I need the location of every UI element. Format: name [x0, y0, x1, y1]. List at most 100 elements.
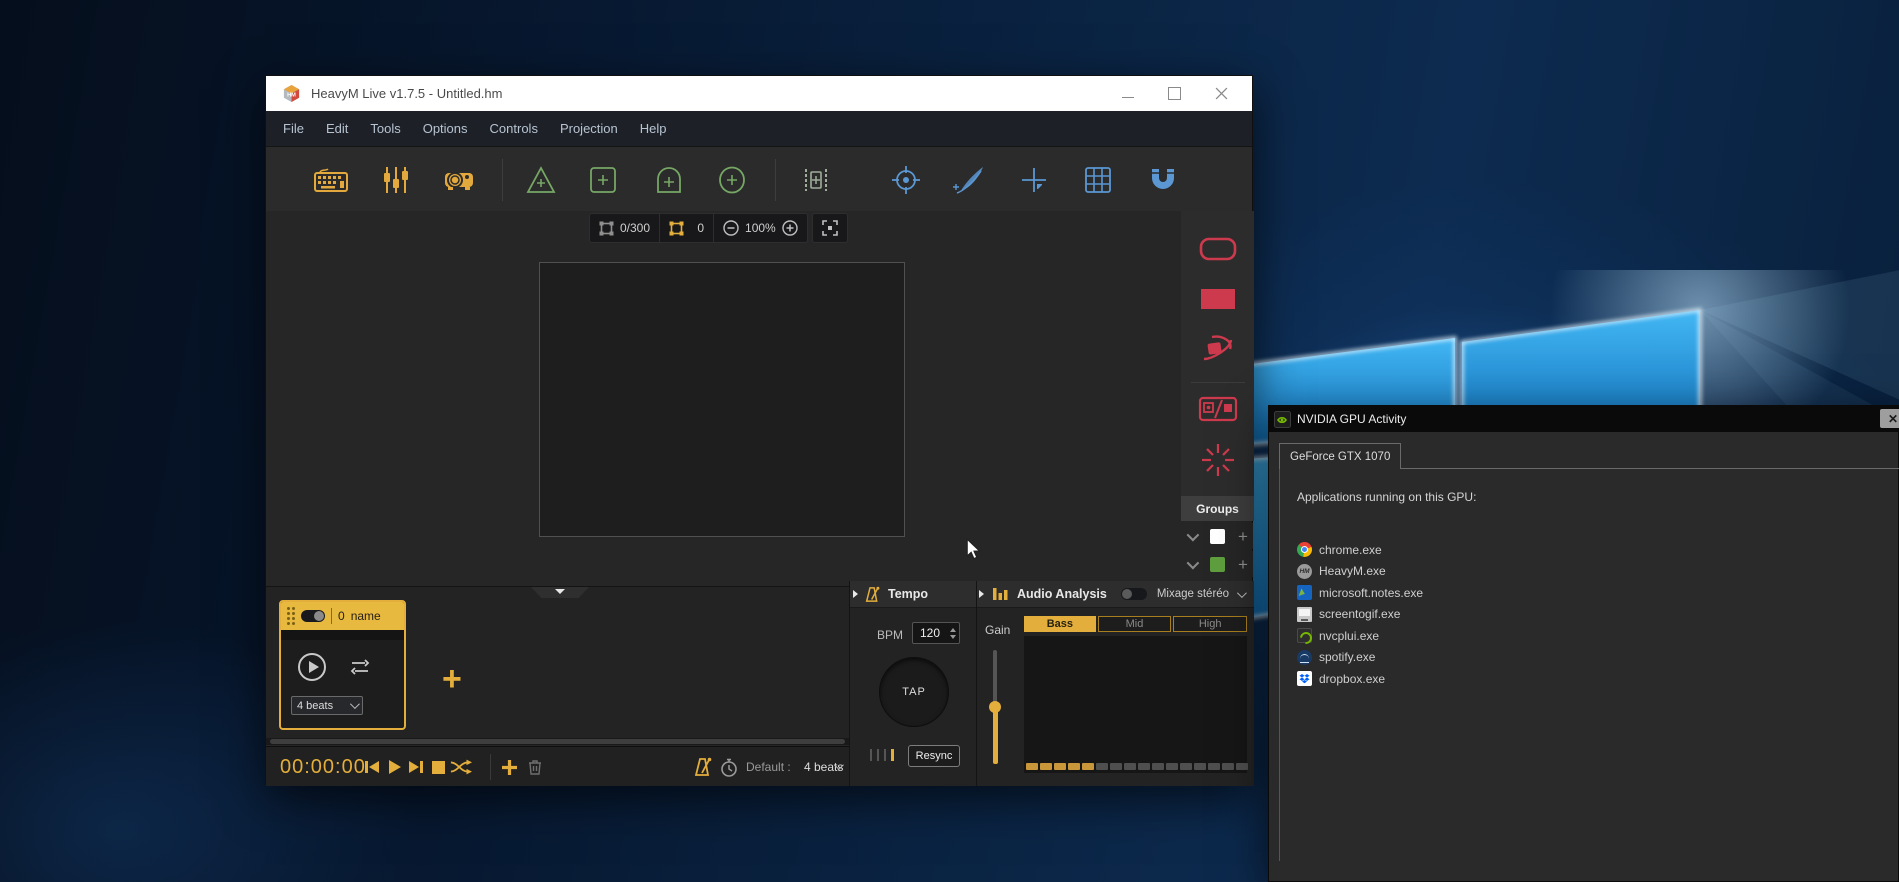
- magnet-snap-icon[interactable]: [1144, 161, 1182, 199]
- tab-mid[interactable]: Mid: [1098, 616, 1172, 632]
- delete-timeline-button[interactable]: [524, 756, 546, 778]
- sequence-play-button[interactable]: [297, 652, 327, 682]
- sequence-progress-strip: [281, 630, 404, 640]
- tab-high[interactable]: High: [1173, 616, 1247, 632]
- bpm-decrease-icon[interactable]: [950, 635, 956, 639]
- mapping-canvas[interactable]: 0/300 0 100%: [266, 211, 1181, 586]
- audio-spectrum-graph: [1024, 636, 1247, 773]
- panel-collapse-arrow[interactable]: [853, 590, 858, 598]
- gpu-tab[interactable]: GeForce GTX 1070: [1279, 443, 1401, 469]
- mix-mode-select[interactable]: Mixage stéréo: [1157, 588, 1229, 600]
- selected-surfaces-icon: [669, 221, 684, 236]
- menu-edit[interactable]: Edit: [315, 111, 359, 146]
- fill-style-icon[interactable]: [1194, 284, 1242, 314]
- gpu-tab-label: GeForce GTX 1070: [1290, 451, 1390, 463]
- menu-options[interactable]: Options: [412, 111, 479, 146]
- add-triangle-icon[interactable]: [522, 161, 560, 199]
- menu-file[interactable]: File: [272, 111, 315, 146]
- keyboard-shortcuts-icon[interactable]: [312, 161, 350, 199]
- tab-bass[interactable]: Bass: [1024, 616, 1096, 632]
- group-color-swatch[interactable]: [1203, 551, 1232, 577]
- toolbar-divider: [775, 159, 776, 201]
- screentogif-icon: [1297, 607, 1312, 622]
- projection-surface-preview[interactable]: [539, 262, 905, 537]
- drag-handle-icon[interactable]: [287, 607, 295, 625]
- effects-icon[interactable]: [1194, 334, 1242, 364]
- add-square-icon[interactable]: [584, 161, 622, 199]
- groups-title: Groups: [1196, 502, 1239, 516]
- menu-help[interactable]: Help: [629, 111, 678, 146]
- menu-projection[interactable]: Projection: [549, 111, 629, 146]
- add-sequence-button[interactable]: +: [442, 667, 462, 691]
- sequences-scrollbar[interactable]: [266, 738, 849, 745]
- resync-button[interactable]: Resync: [908, 745, 960, 767]
- list-item: nvcplui.exe: [1297, 625, 1423, 647]
- projector-output-icon[interactable]: [440, 161, 478, 199]
- flash-effect-icon[interactable]: [1194, 445, 1242, 475]
- panel-collapse-arrow[interactable]: [979, 590, 984, 598]
- heavym-titlebar[interactable]: HM HeavyM Live v1.7.5 - Untitled.hm: [266, 76, 1252, 111]
- frequency-band-tabs: Bass Mid High: [1024, 616, 1247, 632]
- nvidia-titlebar[interactable]: NVIDIA GPU Activity ✕: [1269, 406, 1898, 432]
- freehand-draw-icon[interactable]: [950, 161, 988, 199]
- sequence-active-toggle[interactable]: [301, 610, 325, 622]
- metronome-icon[interactable]: [692, 756, 714, 778]
- sequence-beats-select[interactable]: 4 beats: [291, 696, 363, 715]
- sequence-card-header[interactable]: 0 name: [281, 602, 404, 630]
- group-add-button[interactable]: +: [1233, 523, 1253, 549]
- group-expand-button[interactable]: [1181, 523, 1202, 549]
- close-button[interactable]: [1215, 87, 1228, 100]
- sequences-collapse-handle[interactable]: [531, 587, 589, 598]
- minimize-button[interactable]: [1122, 90, 1134, 98]
- add-arch-icon[interactable]: [650, 161, 688, 199]
- skip-back-button[interactable]: [361, 756, 383, 778]
- chevron-down-icon[interactable]: [1237, 588, 1247, 598]
- border-style-icon[interactable]: [1194, 234, 1242, 264]
- transitions-icon[interactable]: [1194, 394, 1242, 424]
- sequence-loop-button[interactable]: [349, 658, 371, 676]
- app-name: nvcplui.exe: [1319, 629, 1379, 643]
- gain-slider-knob[interactable]: [989, 701, 1001, 713]
- heavym-logo-icon: HM: [282, 84, 301, 103]
- tab-page-border: [1279, 468, 1280, 861]
- desktop: HM HeavyM Live v1.7.5 - Untitled.hm File…: [0, 0, 1899, 882]
- zoom-in-icon[interactable]: [782, 220, 798, 236]
- stop-button[interactable]: [427, 756, 449, 778]
- audio-analysis-panel: Audio Analysis Mixage stéréo Gain Bass M…: [976, 581, 1254, 786]
- bpm-value[interactable]: 120: [913, 623, 947, 643]
- selection-count: 0: [690, 221, 704, 235]
- audio-analysis-toggle[interactable]: [1121, 588, 1147, 600]
- skip-forward-button[interactable]: [405, 756, 427, 778]
- add-timeline-button[interactable]: [498, 756, 520, 778]
- fit-view-button[interactable]: [812, 213, 848, 243]
- zoom-out-icon[interactable]: [723, 220, 739, 236]
- group-add-button[interactable]: +: [1233, 551, 1253, 577]
- gain-slider-track[interactable]: [993, 650, 997, 707]
- group-expand-button[interactable]: [1181, 551, 1202, 577]
- maximize-button[interactable]: [1168, 87, 1181, 100]
- audio-analysis-title: Audio Analysis: [1017, 587, 1107, 601]
- stopwatch-icon[interactable]: [718, 756, 740, 778]
- group-color-swatch[interactable]: [1203, 523, 1232, 549]
- menu-tools[interactable]: Tools: [359, 111, 411, 146]
- add-player-icon[interactable]: [797, 161, 835, 199]
- play-button[interactable]: [384, 756, 406, 778]
- shuffle-button[interactable]: [450, 756, 472, 778]
- bpm-spinner[interactable]: 120: [912, 622, 960, 644]
- heavym-toolbar: [266, 146, 1252, 211]
- bpm-increase-icon[interactable]: [950, 628, 956, 632]
- tap-tempo-button[interactable]: TAP: [879, 657, 949, 727]
- precision-cursor-icon[interactable]: [1015, 161, 1053, 199]
- add-circle-icon[interactable]: [713, 161, 751, 199]
- controls-faders-icon[interactable]: [377, 161, 415, 199]
- surface-counter: 0/300: [590, 214, 659, 242]
- audio-bars-icon: [992, 586, 1008, 602]
- plus-icon: +: [1238, 528, 1248, 545]
- menu-controls[interactable]: Controls: [479, 111, 549, 146]
- nvidia-close-button[interactable]: ✕: [1880, 409, 1899, 428]
- sequence-name[interactable]: name: [351, 609, 381, 623]
- sequence-card[interactable]: 0 name 4 beats: [279, 600, 406, 730]
- gain-slider-fill[interactable]: [993, 707, 998, 764]
- test-pattern-icon[interactable]: [887, 161, 925, 199]
- grid-icon[interactable]: [1079, 161, 1117, 199]
